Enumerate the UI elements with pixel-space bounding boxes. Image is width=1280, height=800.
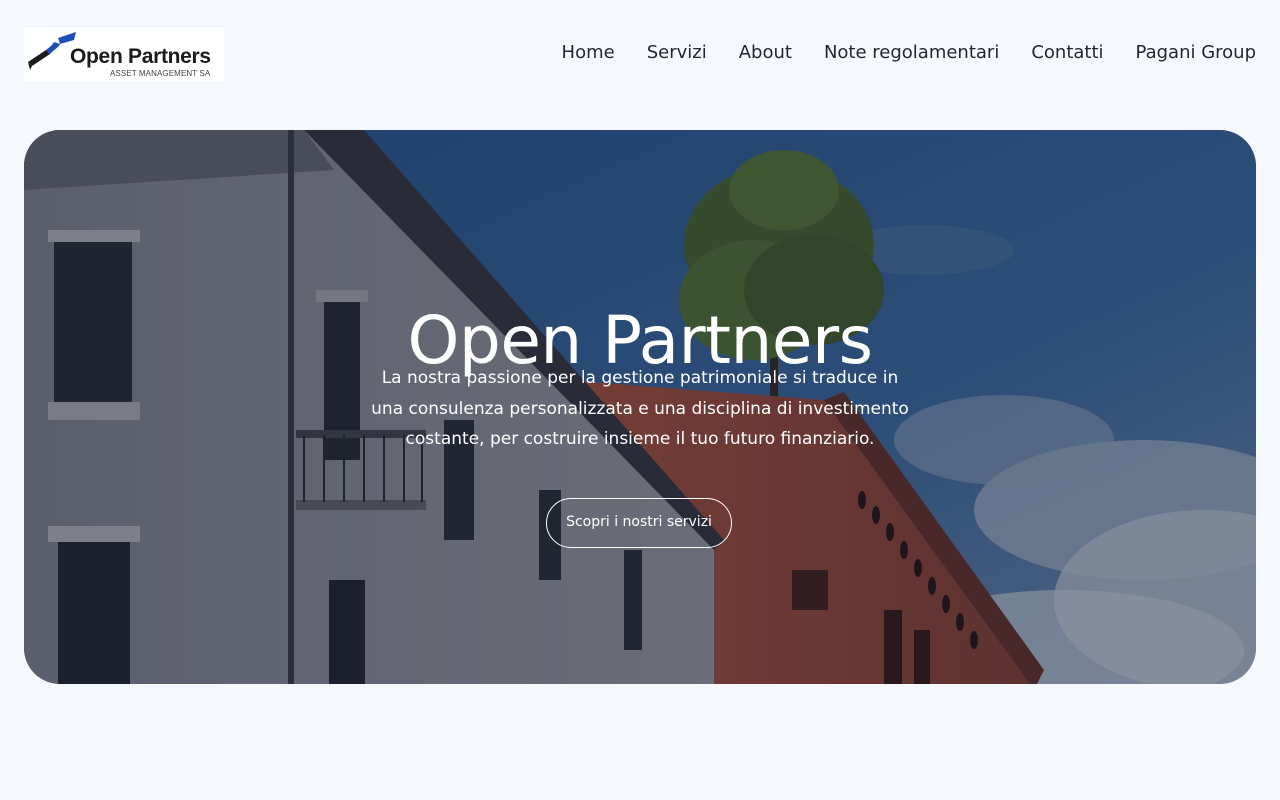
logo-subtitle: ASSET MANAGEMENT SA (110, 69, 211, 78)
logo[interactable]: Open Partners ASSET MANAGEMENT SA (24, 28, 224, 81)
site-header: Open Partners ASSET MANAGEMENT SA Home S… (0, 0, 1280, 110)
nav-note-regolamentari[interactable]: Note regolamentari (824, 42, 999, 63)
nav-servizi[interactable]: Servizi (647, 42, 707, 63)
hero-description: La nostra passione per la gestione patri… (371, 368, 909, 449)
logo-name: Open Partners (70, 45, 211, 68)
discover-services-button[interactable]: Scopri i nostri servizi (546, 498, 732, 548)
main-nav: Home Servizi About Note regolamentari Co… (562, 42, 1256, 63)
hero-banner: Open Partners La nostra passione per la … (24, 130, 1256, 684)
nav-pagani-group[interactable]: Pagani Group (1136, 42, 1256, 63)
nav-home[interactable]: Home (562, 42, 615, 63)
nav-contatti[interactable]: Contatti (1031, 42, 1103, 63)
nav-about[interactable]: About (739, 42, 792, 63)
